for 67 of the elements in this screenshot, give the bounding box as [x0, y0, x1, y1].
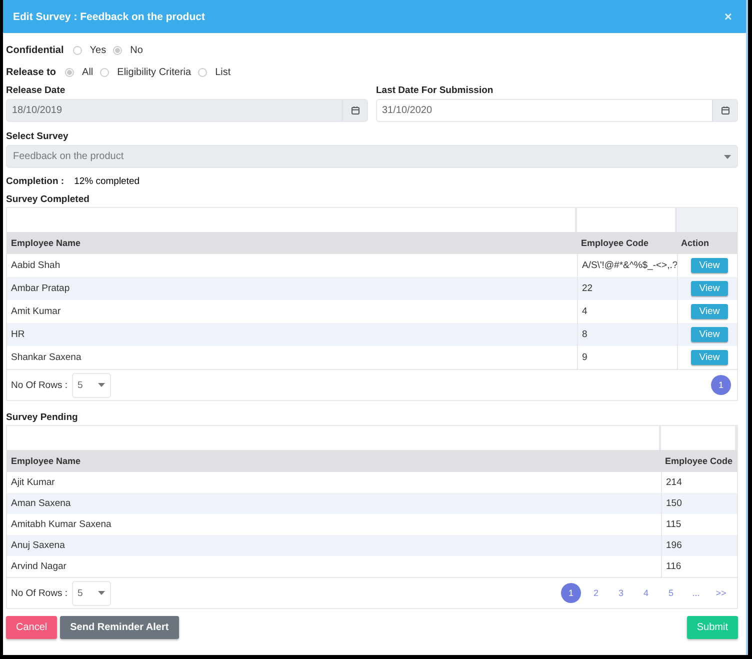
rows-select[interactable]: 5	[72, 580, 110, 606]
field-label: Release Date	[6, 85, 66, 98]
table-cell: Aman Saxena	[7, 493, 661, 514]
column-header: Employee Name	[7, 232, 577, 254]
radio-label: List	[215, 66, 231, 78]
table-cell-text: Amitabh Kumar Saxena	[10, 518, 112, 532]
page-link[interactable]: 1	[711, 375, 731, 395]
radio-button[interactable]	[198, 68, 208, 76]
table-cell: 116	[661, 556, 737, 577]
table-cell: 9	[577, 346, 677, 369]
view-button[interactable]: View	[691, 258, 728, 273]
table-cell-text: Amit Kumar	[10, 305, 62, 319]
table-cell: 22	[577, 277, 677, 300]
table-cell: 8	[577, 323, 677, 346]
table-cell: Ambar Pratap	[7, 277, 577, 300]
field-label: Last Date For Submission	[376, 85, 494, 98]
radio-button[interactable]	[113, 46, 122, 54]
page-link[interactable]: 1	[561, 583, 581, 603]
field-label: Select Survey	[6, 131, 70, 144]
date-field[interactable]: 31/10/2020	[376, 99, 738, 122]
column-header: Action	[677, 232, 737, 254]
column-header: Employee Code	[661, 450, 737, 472]
field-label: Confidential	[6, 44, 64, 56]
reminder-button[interactable]: Send Reminder Alert	[60, 616, 179, 639]
view-button[interactable]: View	[691, 350, 728, 365]
window-title: Edit Survey : Feedback on the product	[13, 10, 205, 22]
table-cell: 150	[661, 493, 737, 514]
close-button[interactable]: ×	[724, 9, 732, 24]
table-cell: 196	[661, 535, 737, 556]
radio-label: No	[130, 44, 143, 56]
cancel-button[interactable]: Cancel	[6, 616, 58, 639]
rows-label: No Of Rows :	[11, 380, 68, 390]
radio-button[interactable]	[65, 68, 74, 76]
page-link[interactable]: >>	[711, 583, 731, 603]
table-cell-text: Aabid Shah	[10, 259, 62, 273]
field-label: Release to	[6, 66, 56, 78]
radio-button[interactable]	[72, 46, 82, 54]
table-cell-text: Ajit Kumar	[10, 476, 56, 490]
caret-icon	[98, 383, 104, 387]
table-cell: HR	[7, 323, 577, 346]
page-link[interactable]: 4	[636, 583, 656, 603]
table-cell-text: Arvind Nagar	[10, 560, 68, 574]
caret-icon	[724, 154, 731, 158]
section-title: Survey Completed	[6, 194, 90, 207]
view-button[interactable]: View	[691, 304, 728, 319]
view-button[interactable]: View	[691, 281, 728, 296]
column-header: Employee Name	[7, 450, 661, 472]
calendar-icon[interactable]	[720, 106, 730, 115]
table-cell-text: Shankar Saxena	[10, 351, 82, 365]
submit-button[interactable]: Submit	[686, 616, 738, 639]
completion-value: 12% completed	[74, 176, 140, 186]
column-header: Employee Code	[577, 232, 677, 254]
section-title: Survey Pending	[6, 412, 79, 425]
page-link[interactable]: ...	[686, 583, 706, 603]
radio-button[interactable]	[100, 68, 110, 76]
rows-label: No Of Rows :	[11, 588, 68, 598]
caret-icon	[98, 591, 104, 595]
radio-label: Yes	[90, 44, 106, 56]
view-button[interactable]: View	[691, 327, 728, 342]
radio-label: All	[82, 66, 94, 78]
completion-label: Completion :	[6, 176, 64, 186]
page-link[interactable]: 2	[586, 583, 606, 603]
page-link[interactable]: 5	[661, 583, 681, 603]
radio-label: Eligibility Criteria	[117, 66, 192, 78]
rows-select[interactable]: 5	[72, 372, 110, 398]
page-link[interactable]: 3	[611, 583, 631, 603]
table-cell: Anuj Saxena	[7, 535, 661, 556]
